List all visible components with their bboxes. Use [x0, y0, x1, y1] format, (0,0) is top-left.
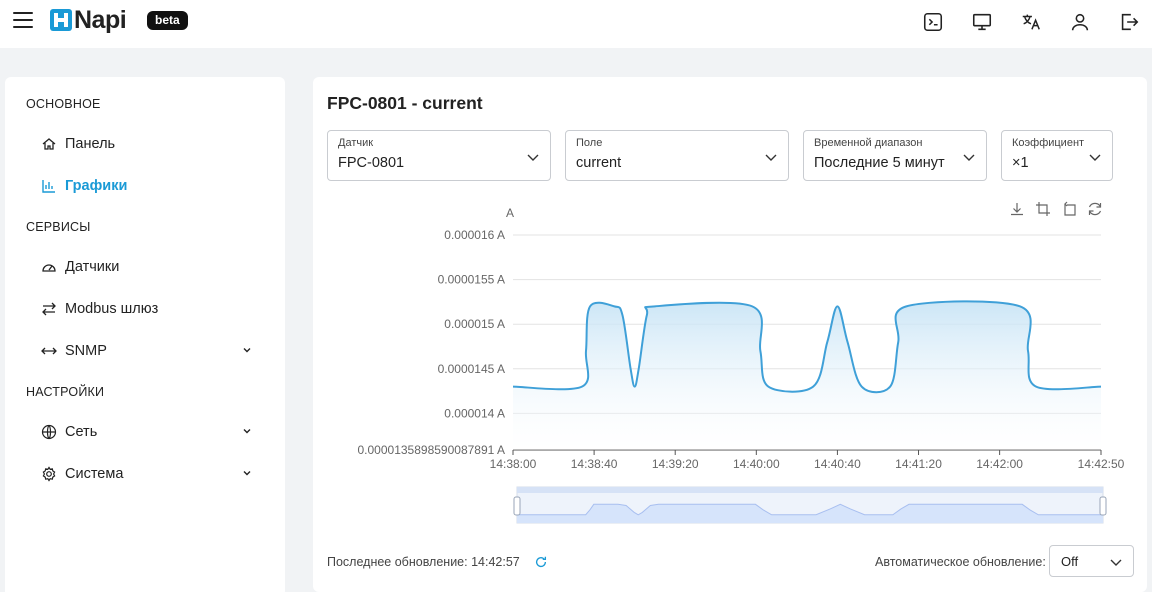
- sidebar-item-snmp[interactable]: SNMP: [41, 339, 261, 363]
- sidebar-item-label: Датчики: [65, 259, 120, 275]
- chevron-down-icon: [243, 471, 251, 476]
- x-tick-label: 14:41:20: [895, 457, 942, 471]
- auto-update-label: Автоматическое обновление:: [875, 555, 1046, 569]
- menu-icon[interactable]: [13, 12, 33, 28]
- translate-icon[interactable]: [1017, 8, 1045, 36]
- x-tick-label: 14:38:00: [490, 457, 537, 471]
- terminal-icon[interactable]: [919, 8, 947, 36]
- y-tick-label: 0.000015 A: [444, 317, 505, 331]
- chevron-down-icon: [243, 429, 251, 434]
- y-tick-label: 0.0000145 A: [438, 362, 505, 376]
- logout-icon[interactable]: [1115, 8, 1143, 36]
- sidebar-item-sensors[interactable]: Датчики: [41, 255, 261, 279]
- x-tick-label: 14:42:00: [976, 457, 1023, 471]
- x-tick-label: 14:39:20: [652, 457, 699, 471]
- chart-card: FPC-0801 - current Датчик FPC-0801 Поле …: [313, 77, 1147, 592]
- x-tick-label: 14:38:40: [571, 457, 618, 471]
- logo-mark-icon: [50, 9, 72, 31]
- gear-icon: [41, 466, 57, 482]
- section-title: СЕРВИСЫ: [26, 220, 91, 234]
- section-title: НАСТРОЙКИ: [26, 385, 105, 399]
- y-tick-label: 0.000014 A: [444, 406, 505, 420]
- sidebar: ОСНОВНОЕ Панель Графики СЕРВИСЫ Датчики …: [5, 77, 285, 592]
- gauge-icon: [41, 259, 57, 275]
- sidebar-item-panel[interactable]: Панель: [41, 132, 261, 156]
- logo[interactable]: Napi: [50, 6, 127, 34]
- bar-chart-icon: [41, 178, 57, 194]
- monitor-icon[interactable]: [968, 8, 996, 36]
- zoom-bar-top: [517, 487, 1103, 493]
- zoom-handle-right[interactable]: [1099, 496, 1107, 516]
- x-tick-label: 14:40:40: [814, 457, 861, 471]
- sidebar-item-network[interactable]: Сеть: [41, 420, 261, 444]
- globe-icon: [41, 424, 57, 440]
- current-chart[interactable]: A0.000016 A 0.0000155 A 0.000015 A 0.000014…: [313, 77, 1147, 537]
- sidebar-item-label: Modbus шлюз: [65, 301, 159, 317]
- sidebar-item-label: Графики: [65, 178, 128, 194]
- chevron-down-icon: [1110, 559, 1122, 566]
- beta-badge: beta: [147, 11, 188, 30]
- series-area: [513, 301, 1101, 450]
- chevron-down-icon: [243, 348, 251, 353]
- home-icon: [41, 136, 57, 152]
- auto-update-value: Off: [1061, 554, 1079, 569]
- x-tick-label: 14:40:00: [733, 457, 780, 471]
- sidebar-item-label: Сеть: [65, 424, 98, 440]
- sidebar-item-system[interactable]: Система: [41, 462, 261, 486]
- sidebar-item-label: SNMP: [65, 343, 107, 359]
- brand-name: Napi: [74, 6, 127, 34]
- sidebar-item-label: Система: [65, 466, 124, 482]
- user-icon[interactable]: [1066, 8, 1094, 36]
- top-bar: Napi beta: [0, 0, 1152, 48]
- sidebar-item-charts[interactable]: Графики: [41, 174, 261, 198]
- sidebar-item-label: Панель: [65, 136, 116, 152]
- last-update-text: Последнее обновление: 14:42:57: [327, 555, 520, 569]
- arrows-exchange-icon: [41, 301, 57, 317]
- last-update: Последнее обновление: 14:42:57: [327, 555, 548, 569]
- y-tick-label: 0.0000155 A: [438, 273, 505, 287]
- section-title: ОСНОВНОЕ: [26, 97, 101, 111]
- sidebar-item-modbus[interactable]: Modbus шлюз: [41, 297, 261, 321]
- y-axis-label: A: [506, 206, 514, 220]
- x-tick-label: 14:42:50: [1078, 457, 1125, 471]
- y-tick-label: 0.000016 A: [444, 228, 505, 242]
- auto-update-select[interactable]: Off: [1049, 545, 1134, 577]
- arrows-horizontal-icon: [41, 343, 57, 359]
- refresh-icon[interactable]: [534, 555, 548, 569]
- zoom-handle-left[interactable]: [513, 496, 521, 516]
- y-tick-label: 0.0000135898590087891 A: [358, 443, 506, 457]
